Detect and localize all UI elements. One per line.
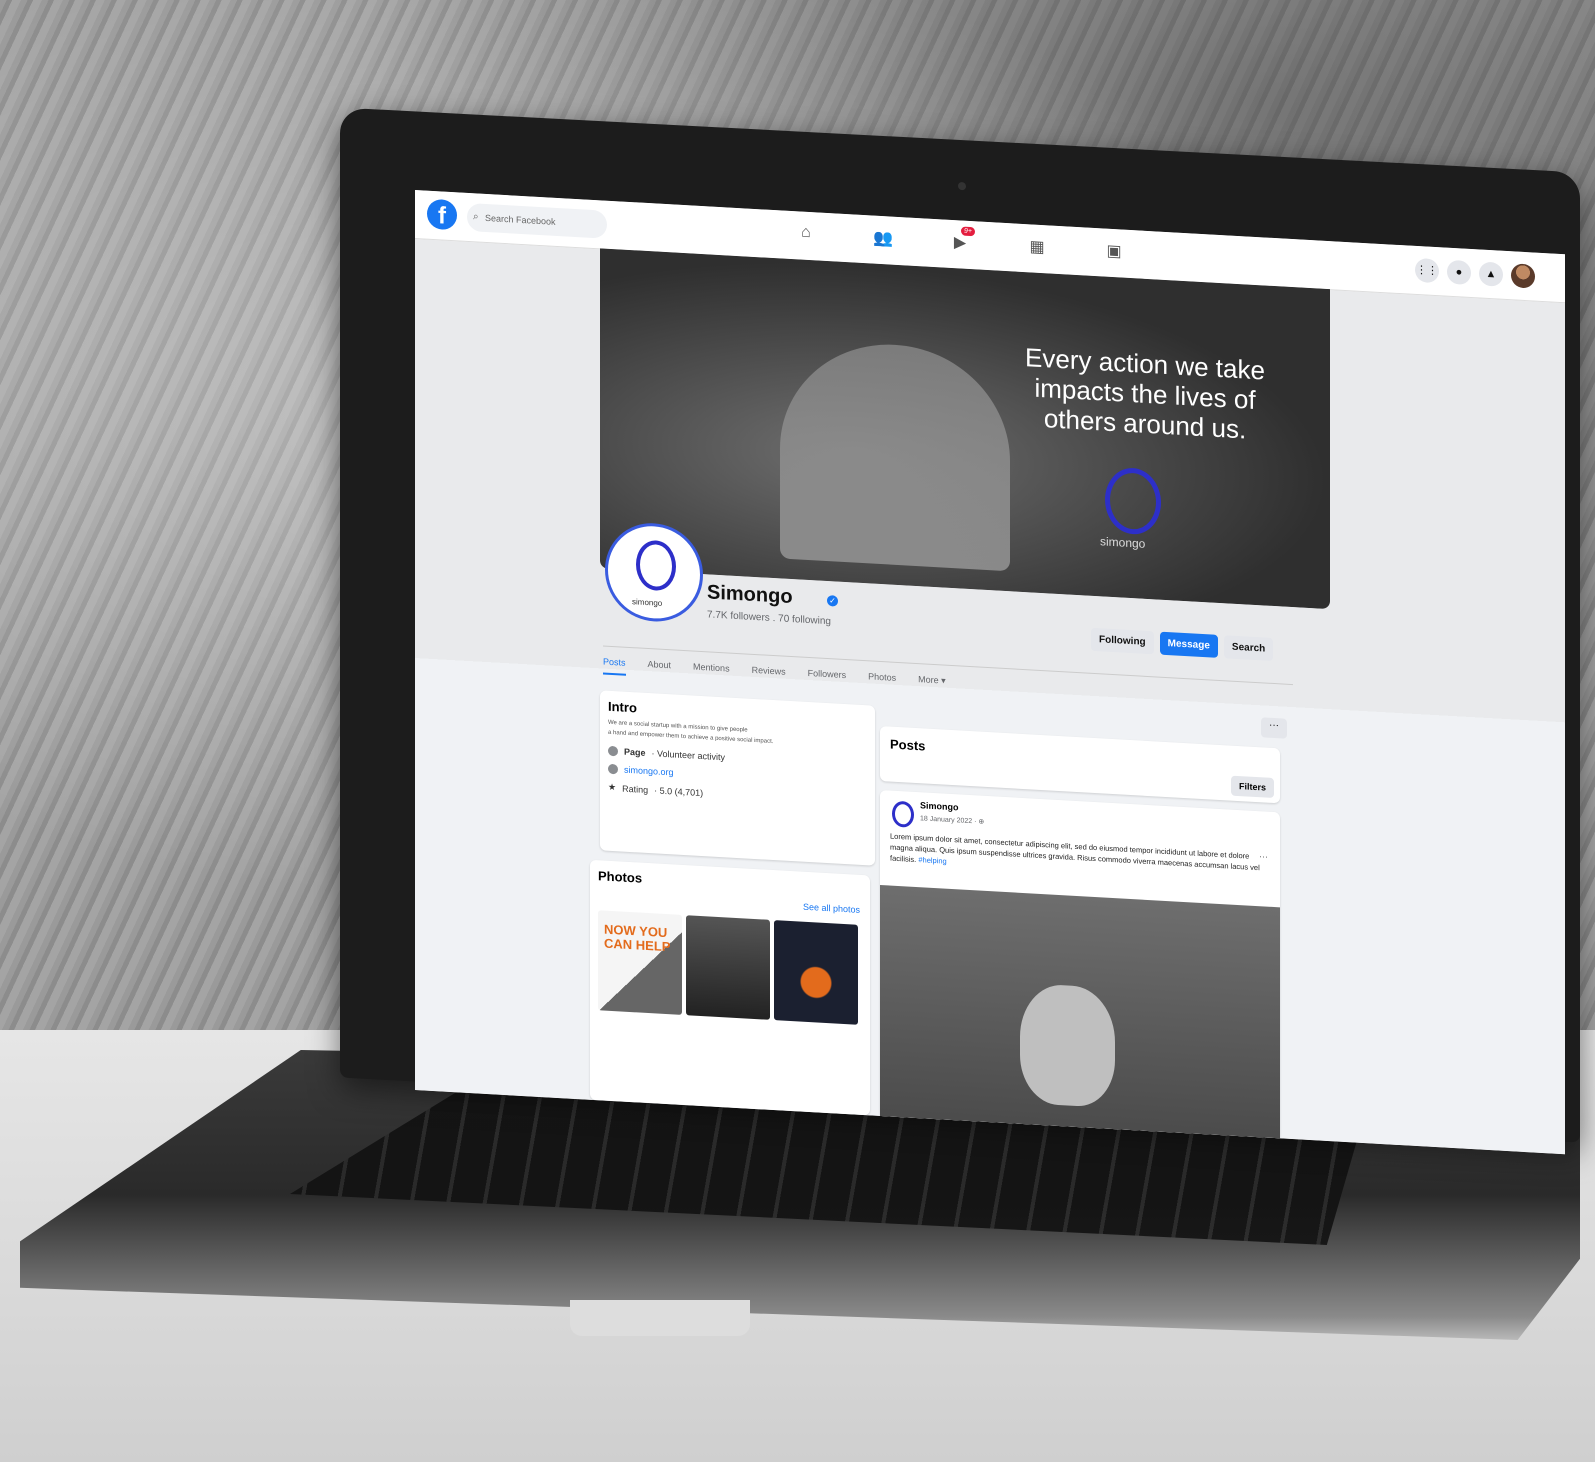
photo-thumbnail[interactable]: NOW YOU CAN HELP [598,910,682,1015]
tab-more[interactable]: More ▾ [918,674,946,694]
simongo-logo-icon [636,539,676,592]
search-button[interactable]: Search [1223,635,1274,661]
account-controls: ⋮⋮ ● ▲ [1415,257,1535,289]
website-link[interactable]: simongo.org [624,765,674,778]
tab-about[interactable]: About [648,659,672,678]
photo-thumbnail[interactable] [774,920,858,1025]
post-photo[interactable] [880,884,1280,1143]
photos-card: Photos See all photos NOW YOU CAN HELP [590,859,870,1116]
tab-posts[interactable]: Posts [603,656,626,676]
avatar[interactable] [1511,263,1535,289]
friends-icon[interactable]: 👥 [872,228,894,249]
cover-photo: Every action we take impacts the lives o… [600,248,1330,610]
page-label: Page [624,746,646,758]
page-value: · Volunteer activity [651,748,726,763]
info-icon [608,745,618,757]
tab-photos[interactable]: Photos [868,671,896,691]
see-all-photos-link[interactable]: See all photos [803,902,860,915]
tab-reviews[interactable]: Reviews [752,665,786,685]
filters-button[interactable]: Filters [1230,775,1274,799]
watch-badge: 9+ [961,226,975,237]
rating-value: · 5.0 (4,701) [654,784,704,798]
search-icon: ⌕ [473,211,479,223]
tab-followers[interactable]: Followers [808,668,847,688]
rating-label: Rating [622,783,649,795]
message-button[interactable]: Message [1159,631,1218,658]
cover-person-image [780,338,1010,572]
page-title: Simongo [707,581,793,609]
post-hashtag[interactable]: #helping [918,855,946,866]
post-card: Simongo 18 January 2022 · ⊕ ··· Lorem ip… [880,789,1280,1143]
cover-quote: Every action we take impacts the lives o… [1025,342,1265,445]
post-text: Lorem ipsum dolor sit amet, consectetur … [890,831,1260,873]
screen: f ⌕ Search Facebook ⌂ 👥 ▶ 9+ ▦ ▣ ⋮⋮ ● ▲ E… [415,190,1565,1155]
following-button[interactable]: Following [1091,627,1154,655]
photo-thumbnail[interactable] [686,915,770,1020]
photos-title: Photos [598,868,643,886]
main-nav: ⌂ 👥 ▶ 9+ ▦ ▣ [795,223,1125,261]
marketplace-icon[interactable]: ▦ [1026,236,1048,257]
post-author[interactable]: Simongo [920,800,959,812]
cover-logo-text: simongo [1100,534,1146,551]
post-avatar-icon[interactable] [892,800,914,828]
gaming-icon[interactable]: ▣ [1103,240,1125,261]
photo-grid: NOW YOU CAN HELP [598,910,858,1025]
menu-grid-icon[interactable]: ⋮⋮ [1415,257,1439,284]
facebook-logo-icon[interactable]: f [427,198,457,231]
post-more-icon[interactable]: ··· [1259,851,1268,862]
notifications-icon[interactable]: ▲ [1479,261,1503,287]
tab-mentions[interactable]: Mentions [693,662,730,682]
messenger-icon[interactable]: ● [1447,259,1471,286]
profile-logo-text: simongo [632,597,663,608]
intro-card: Intro We are a social startup with a mis… [600,690,875,866]
cover-logo-icon [1105,466,1161,536]
verified-badge-icon: ✓ [827,595,838,607]
more-options-button[interactable]: ··· [1261,717,1287,739]
photo-tile-text: NOW YOU CAN HELP [604,921,671,955]
laptop-notch [570,1300,750,1336]
home-icon[interactable]: ⌂ [795,223,817,244]
watch-icon[interactable]: ▶ 9+ [949,226,975,253]
star-icon: ★ [608,781,617,793]
post-body: Lorem ipsum dolor sit amet, consectetur … [890,831,1260,885]
post-date: 18 January 2022 · ⊕ [920,815,985,826]
globe-icon [608,763,618,775]
search-input[interactable]: ⌕ Search Facebook [467,202,607,239]
post-photo-face [1020,982,1115,1109]
intro-desc-line2: a hand and empower them to achieve a pos… [608,729,774,746]
webcam [958,181,966,191]
search-placeholder: Search Facebook [485,212,556,227]
